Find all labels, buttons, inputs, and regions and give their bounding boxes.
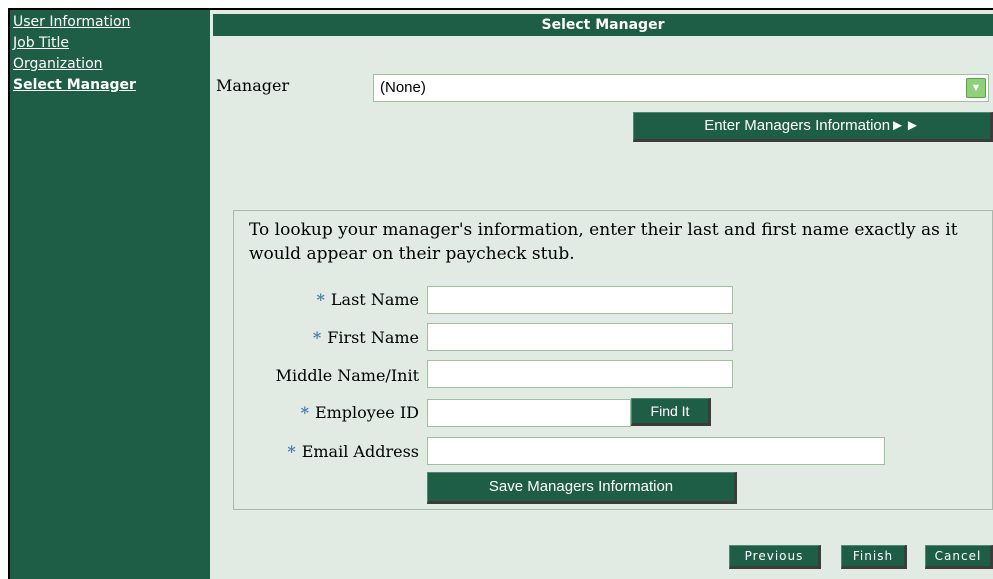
finish-button[interactable]: Finish	[841, 545, 907, 569]
required-icon: *	[287, 442, 296, 461]
sidebar-item-job-title[interactable]: Job Title	[13, 33, 210, 54]
middle-name-label: Middle Name/Init	[275, 366, 419, 385]
email-input[interactable]	[427, 437, 885, 465]
first-name-input[interactable]	[427, 323, 733, 351]
last-name-input[interactable]	[427, 286, 733, 314]
employee-id-input[interactable]	[427, 399, 631, 427]
page-title: Select Manager	[213, 14, 993, 36]
cancel-button[interactable]: Cancel	[925, 545, 993, 569]
sidebar: User Information Job Title Organization …	[10, 10, 210, 579]
required-icon: *	[312, 328, 322, 347]
main-content: Select Manager Manager (None) ▼ Enter Ma…	[213, 10, 993, 579]
manager-select[interactable]: (None) ▼	[373, 74, 989, 102]
last-name-label: * Last Name	[316, 290, 419, 309]
sidebar-item-select-manager[interactable]: Select Manager	[13, 75, 210, 96]
save-managers-information-button[interactable]: Save Managers Information	[427, 472, 737, 504]
chevron-down-icon[interactable]: ▼	[966, 78, 986, 98]
find-it-button[interactable]: Find It	[631, 398, 711, 426]
first-name-label: * First Name	[312, 328, 419, 347]
manager-select-value: (None)	[380, 79, 426, 96]
manager-label: Manager	[216, 76, 290, 95]
lookup-instructions: To lookup your manager's information, en…	[249, 220, 958, 264]
required-icon: *	[316, 290, 325, 309]
middle-name-input[interactable]	[427, 360, 733, 388]
previous-button[interactable]: Previous	[729, 545, 821, 569]
enter-managers-information-button[interactable]: Enter Managers Information►►	[633, 112, 993, 142]
required-icon: *	[300, 403, 309, 422]
employee-id-label: * Employee ID	[300, 403, 419, 422]
sidebar-item-user-information[interactable]: User Information	[13, 12, 210, 33]
email-label: * Email Address	[287, 442, 419, 461]
sidebar-item-organization[interactable]: Organization	[13, 54, 210, 75]
